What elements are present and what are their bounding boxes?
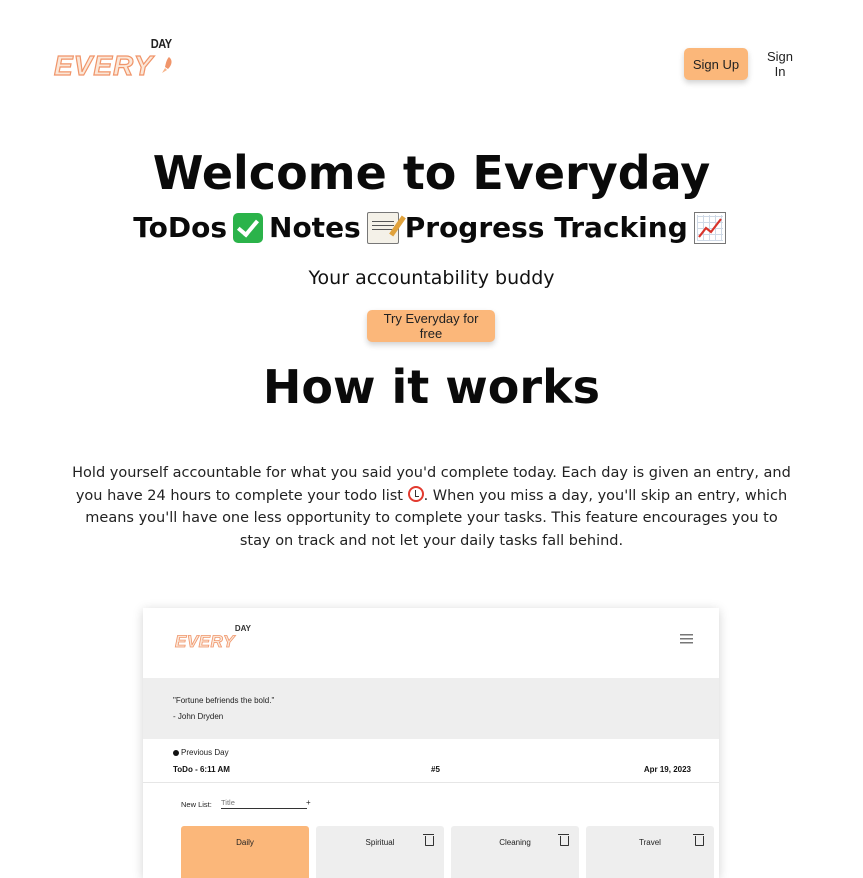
preview-quote-author: - John Dryden [173,712,224,721]
preview-entry-row: ToDo - 6:11 AM #5 Apr 19, 2023 [173,765,691,774]
trash-icon [423,834,434,846]
hero-title: Welcome to Everyday [152,146,711,200]
trash-icon [558,834,569,846]
arrow-left-circle-icon [173,749,179,756]
try-everyday-button[interactable]: Try Everyday for free [367,310,495,342]
logo-every-text: EVERY [53,49,154,81]
feature-progress-tracking: Progress Tracking [404,211,688,244]
preview-entry-number: #5 [431,765,440,774]
memo-icon [366,211,399,244]
preview-list-label: Daily [236,838,254,847]
preview-previous-day: Previous Day [173,748,229,757]
preview-list-card-spiritual: Spiritual [316,826,444,878]
preview-divider [143,782,719,783]
preview-previous-day-label: Previous Day [181,748,229,757]
rocket-icon [162,57,172,73]
preview-quote-panel: "Fortune befriends the bold." - John Dry… [143,678,719,739]
hamburger-menu-icon [680,634,693,644]
preview-todo-time: ToDo - 6:11 AM [173,765,230,774]
preview-logo-every: EVERY [175,632,235,652]
feature-notes: Notes [269,211,361,244]
tagline: Your accountability buddy [308,267,555,289]
trash-icon [693,834,704,846]
how-it-works-title: How it works [262,360,601,414]
preview-title-input [221,797,307,809]
preview-list-card-daily: Daily [181,826,309,878]
preview-new-list-label: New List: [181,800,212,809]
preview-list-card-cleaning: Cleaning [451,826,579,878]
preview-date: Apr 19, 2023 [643,765,691,774]
check-mark-icon [233,212,264,243]
preview-logo-day: DAY [234,624,251,633]
chart-increasing-icon [693,211,726,244]
how-it-works-description: Hold yourself accountable for what you s… [70,462,793,552]
preview-logo: DAY EVERY [175,624,251,654]
preview-list-card-travel: Travel [586,826,714,878]
app-preview-screenshot: DAY EVERY "Fortune befriends the bold." … [143,608,719,878]
everyday-logo[interactable]: DAY EVERY [53,36,178,82]
feature-list: ToDos Notes Progress Tracking [0,211,863,244]
preview-quote-text: "Fortune befriends the bold." [173,696,275,705]
preview-add-icon: + [306,798,311,807]
alarm-clock-icon [407,485,424,502]
logo-day-text: DAY [150,36,172,51]
sign-in-button[interactable]: Sign In [756,48,804,80]
feature-todos: ToDos [133,211,228,244]
sign-up-button[interactable]: Sign Up [684,48,748,80]
